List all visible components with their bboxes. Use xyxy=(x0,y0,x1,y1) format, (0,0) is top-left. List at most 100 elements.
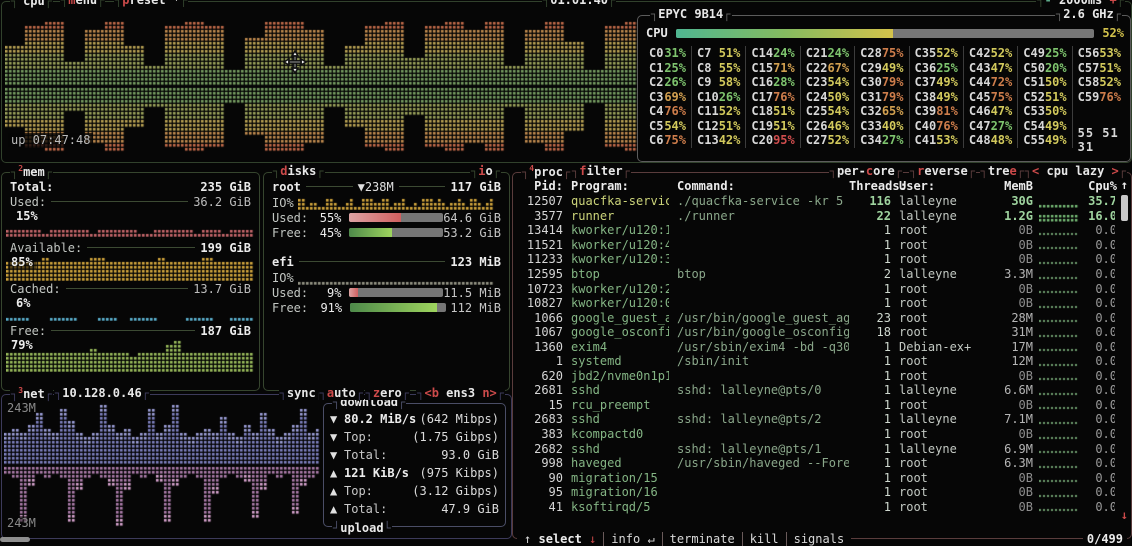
info-button[interactable]: info ↵ xyxy=(603,532,661,546)
process-row[interactable]: 90migration/151root0B0.0 xyxy=(517,470,1115,485)
cpu-core-cell: C5350% xyxy=(1017,104,1071,119)
sort-next-button[interactable]: > xyxy=(1112,164,1119,178)
process-row[interactable]: 2681sshdsshd: lalleyne@pts/01lalleyne6.6… xyxy=(517,383,1115,398)
net-stats-panel: download upload ▼80.2 MiB/s(642 Mibps) ▼… xyxy=(323,403,506,527)
process-row[interactable]: 2682sshdsshd: lalleyne@pts/11lalleyne6.9… xyxy=(517,441,1115,456)
process-cpu: 16.0 xyxy=(1079,209,1115,223)
cpu-core-cell: C4727% xyxy=(963,119,1017,134)
process-row[interactable]: 1067google_osconfig/usr/bin/google_oscon… xyxy=(517,325,1115,340)
process-row[interactable]: 383kcompactd01root0B0.0 xyxy=(517,427,1115,442)
process-row[interactable]: 41ksoftirqd/51root0B0.0 xyxy=(517,499,1115,514)
sort-prev-button[interactable]: < xyxy=(1032,164,1039,178)
horizontal-scrollbar-artifact[interactable] xyxy=(0,537,30,542)
process-cpu-sparkline xyxy=(1039,471,1079,484)
disk-root-used-row: Used:55% 64.6 GiB xyxy=(268,210,505,225)
process-cpu: 0.0 xyxy=(1079,427,1115,441)
cpu-total-percent: 52% xyxy=(1102,26,1124,40)
process-row[interactable]: 12507quacfka-service./quacfka-service -k… xyxy=(517,194,1115,209)
proc-box-title[interactable]: 4proc xyxy=(521,164,571,179)
net-sync-toggle[interactable]: sync xyxy=(279,386,324,400)
process-row[interactable]: 13414kworker/u120:11root0B0.0 xyxy=(517,223,1115,238)
process-row[interactable]: 12595btopbtop2lalleyne3.3M0.0 xyxy=(517,267,1115,282)
proc-filter-button[interactable]: filter xyxy=(571,164,631,178)
process-row[interactable]: 95migration/161root0B0.0 xyxy=(517,485,1115,500)
iface-prev-button[interactable]: <b xyxy=(424,386,438,400)
scroll-down-icon[interactable]: ↓ xyxy=(1121,508,1128,522)
kill-button[interactable]: kill xyxy=(742,532,786,546)
menu-button[interactable]: menu xyxy=(60,0,105,7)
net-up-top-row: ▲Top:(3.12 Gibps) xyxy=(330,482,499,500)
col-cpu[interactable]: Cpu% xyxy=(1079,179,1117,193)
process-user: Debian-ex+ xyxy=(891,340,983,354)
net-down-top-row: ▼Top:(1.75 Gibps) xyxy=(330,428,499,446)
process-row[interactable]: 15rcu_preempt1root0B0.0 xyxy=(517,398,1115,413)
col-pid[interactable]: Pid: xyxy=(517,179,563,193)
col-user[interactable]: User: xyxy=(891,179,983,193)
process-user: root xyxy=(891,369,983,383)
cpu-core-cell: C5449% xyxy=(1017,119,1071,134)
process-threads: 1 xyxy=(849,282,891,296)
net-interface-switcher[interactable]: <b ens3 n> xyxy=(416,386,505,400)
iface-next-button[interactable]: n> xyxy=(482,386,496,400)
process-threads: 1 xyxy=(849,340,891,354)
process-mem: 12M xyxy=(983,354,1033,368)
disks-io-toggle[interactable]: io xyxy=(470,164,501,178)
select-buttons[interactable]: ↑ select ↓ xyxy=(517,532,603,546)
preset-button[interactable]: preset * xyxy=(114,0,188,7)
net-box-title[interactable]: 3net xyxy=(10,386,53,401)
process-user: root xyxy=(891,471,983,485)
proc-tree-toggle[interactable]: tree xyxy=(980,164,1025,178)
cpu-core-cell: C855% xyxy=(691,61,745,76)
process-cpu-sparkline xyxy=(1039,253,1079,266)
process-row[interactable]: 3577runner./runner22lalleyne1.2G16.0 xyxy=(517,209,1115,224)
signals-button[interactable]: signals xyxy=(786,532,852,546)
refresh-interval[interactable]: - 2000ms + xyxy=(1036,0,1125,7)
process-cpu-sparkline xyxy=(1039,428,1079,441)
proc-scrollbar-thumb[interactable] xyxy=(1121,195,1128,221)
process-row[interactable]: 620jbd2/nvme0n1p1-81root0B0.0 xyxy=(517,369,1115,384)
process-pid: 1360 xyxy=(517,340,563,354)
process-program: exim4 xyxy=(563,340,669,354)
net-scale-top: 243M xyxy=(7,401,36,415)
sort-direction-icon[interactable]: ↑ xyxy=(1121,178,1128,192)
process-row[interactable]: 11521kworker/u120:4-e1root0B0.0 xyxy=(517,238,1115,253)
process-user: root xyxy=(891,223,983,237)
mem-box-title[interactable]: 2mem xyxy=(10,164,53,179)
net-down-total-row: ▼Total:93.0 GiB xyxy=(330,446,499,464)
disk-efi-used-row: Used:9% 11.5 MiB xyxy=(268,285,505,300)
cpu-core-cell: C2267% xyxy=(800,61,854,76)
cpu-box-title[interactable]: 1cpu xyxy=(10,0,53,8)
col-command[interactable]: Command: xyxy=(669,179,849,193)
process-row[interactable]: 1360exim4/usr/sbin/exim4 -bd -q30m1Debia… xyxy=(517,339,1115,354)
col-mem[interactable]: MemB xyxy=(983,179,1033,193)
net-auto-toggle[interactable]: auto xyxy=(319,386,364,400)
process-threads: 1 xyxy=(849,354,891,368)
col-threads[interactable]: Threads: xyxy=(849,179,891,193)
net-zero-toggle[interactable]: zero xyxy=(365,386,410,400)
process-row[interactable]: 11233kworker/u120:3-e1root0B0.0 xyxy=(517,252,1115,267)
process-row[interactable]: 1systemd/sbin/init1root12M0.0 xyxy=(517,354,1115,369)
process-row[interactable]: 10723kworker/u120:2-e1root0B0.0 xyxy=(517,281,1115,296)
up-arrow-icon: ▲ xyxy=(330,466,344,480)
proc-reverse-toggle[interactable]: reverse xyxy=(909,164,976,178)
disk-efi-row: efi 123 MiB xyxy=(268,254,505,269)
process-program: kworker/u120:4-e xyxy=(563,238,669,252)
col-program[interactable]: Program: xyxy=(563,179,669,193)
cpu-core-cell: C4076% xyxy=(909,119,963,134)
proc-sort-selector[interactable]: < cpu lazy > xyxy=(1024,164,1127,178)
mem-available-percent: 85% xyxy=(8,255,36,269)
process-row[interactable]: 10827kworker/u120:0-e1root0B0.0 xyxy=(517,296,1115,311)
interval-minus-button[interactable]: - xyxy=(1044,0,1051,7)
proc-per-core-toggle[interactable]: per-core xyxy=(829,164,903,178)
process-row[interactable]: 2683sshdsshd: lalleyne@pts/21lalleyne7.1… xyxy=(517,412,1115,427)
terminate-button[interactable]: terminate xyxy=(662,532,742,546)
process-row[interactable]: 1066google_guest_ag/usr/bin/google_guest… xyxy=(517,310,1115,325)
process-pid: 11233 xyxy=(517,252,563,266)
process-row[interactable]: 998haveged/usr/sbin/haveged --Foreground… xyxy=(517,456,1115,471)
disks-box-title[interactable]: disks xyxy=(272,164,325,178)
mem-free-graph-wrap: 79% xyxy=(6,338,255,372)
process-cpu: 0.0 xyxy=(1079,442,1115,456)
process-cpu: 0.0 xyxy=(1079,500,1115,514)
interval-plus-button[interactable]: + xyxy=(1110,0,1117,7)
load-average: 55 51 31 xyxy=(1072,133,1126,148)
